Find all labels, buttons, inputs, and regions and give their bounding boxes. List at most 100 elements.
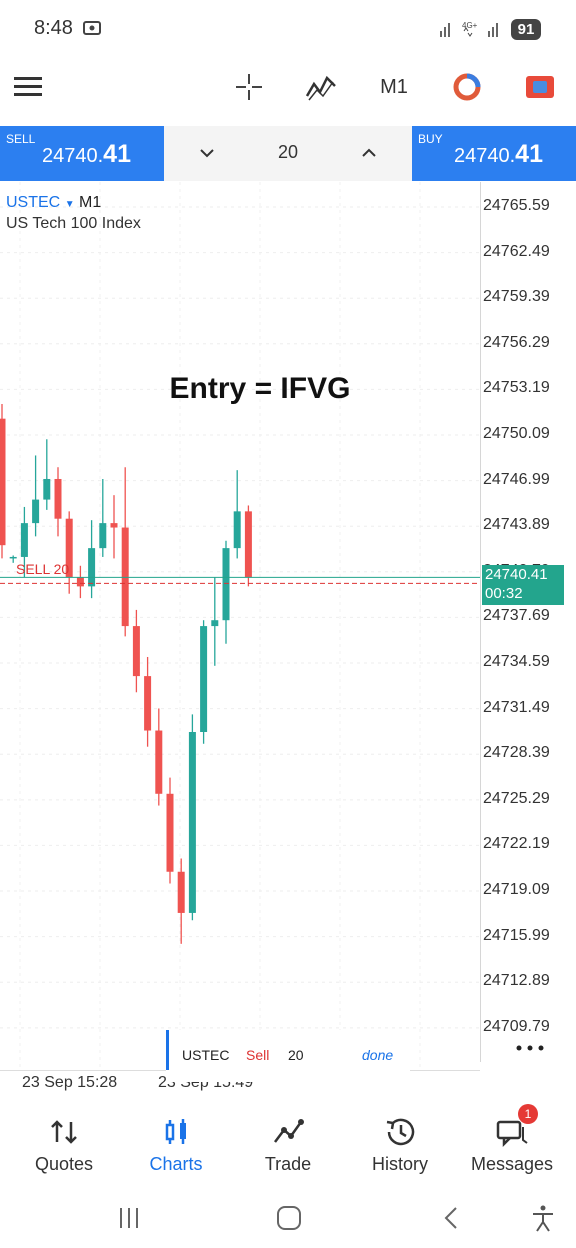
price-tick-label: 24719.09 [483,881,550,898]
sell-button[interactable]: SELL 24740.41 [0,126,164,181]
volume-value[interactable]: 20 [268,142,308,163]
candle-body [43,478,51,500]
price-tick-label: 24743.89 [483,516,550,534]
nav-messages[interactable]: 1 Messages [462,1102,562,1188]
status-time: 8:48 [34,17,73,39]
nav-label: Messages [470,1154,554,1174]
more-icon[interactable] [514,1040,546,1056]
chart-color-icon[interactable] [522,58,558,116]
annotation-text: Entry = IFVG [169,372,351,405]
history-icon [386,1118,415,1146]
status-bar: 8:48 4G+ 91 [0,0,576,58]
candle [32,455,40,537]
candle-body [233,511,241,549]
price-tick-label: 24734.59 [483,653,550,670]
sell-price: 24740.41 [42,140,131,168]
symbol-selector[interactable]: USTEC ▼ M1 [6,194,101,212]
price-tick-label: 24722.19 [483,835,550,853]
candle-body [54,478,62,519]
indicators-icon[interactable] [302,58,340,116]
candle [43,439,51,510]
candle-body [9,556,17,559]
candle [155,708,163,806]
candle [233,470,241,559]
candles [0,403,252,944]
candle-body [244,511,252,578]
sell-label: SELL [6,132,36,146]
candle-body [76,577,84,587]
nav-quotes[interactable]: Quotes [14,1102,114,1188]
caret-down-icon: ▼ [64,199,75,210]
quotes-icon [51,1120,77,1144]
recents-icon[interactable] [114,1204,144,1232]
nav-label: Charts [149,1154,203,1174]
system-navigation [0,1190,576,1248]
nav-charts[interactable]: Charts [126,1102,226,1188]
candle [54,467,62,537]
chevron-down-icon[interactable] [194,140,220,166]
candle [166,777,174,884]
order-done-button[interactable]: done [362,1047,393,1063]
home-icon[interactable] [274,1204,304,1232]
sell-line-label: SELL 20 [16,561,70,577]
time-label: 23 Sep 15:28 [22,1074,118,1091]
objects-icon[interactable] [448,58,486,116]
price-tick-label: 24753.19 [483,379,550,397]
crosshair-icon[interactable] [230,58,268,116]
timeframe-button[interactable]: M1 [372,58,416,116]
candle [211,577,219,666]
price-tick-label: 24737.69 [483,607,550,625]
messages-badge: 1 [518,1104,538,1124]
price-tick-label: 24709.79 [483,1017,550,1035]
current-price-tag: 24740.41 00:32 [482,565,564,605]
price-tick-label: 24756.29 [483,333,550,351]
order-side: Sell [246,1047,270,1063]
candle-body [166,793,174,872]
symbol-name: USTEC [6,194,61,211]
network-type: 4G+ [462,21,478,30]
trade-icon [274,1119,304,1143]
candle [110,495,118,559]
chart-toolbar: M1 [0,58,576,124]
candle-body [155,730,163,794]
candle [244,505,252,587]
nav-label: History [371,1154,428,1174]
price-tick-label: 24715.99 [483,926,550,944]
candle-body [211,620,219,627]
candle-body [222,548,230,621]
nav-history[interactable]: History [350,1102,450,1188]
signal-icon: 4G+ [440,21,498,37]
candle-body [32,499,40,524]
volume-control: 20 [164,126,412,181]
chart-timeframe: M1 [79,194,102,211]
bar-countdown: 00:32 [485,585,523,602]
nav-label: Quotes [34,1154,94,1174]
candle [177,858,185,944]
menu-icon[interactable] [10,58,46,116]
price-tick-label: 24731.49 [483,698,550,716]
buy-button[interactable]: BUY 24740.41 [412,126,576,181]
back-icon[interactable] [436,1204,466,1232]
price-tick-label: 24765.59 [483,197,550,214]
candle [88,520,96,599]
candle [144,656,152,747]
accessibility-icon[interactable] [528,1204,558,1232]
candle-body [99,523,107,549]
candle-body [200,626,208,732]
candle [0,403,6,559]
price-tick-label: 24762.49 [483,242,550,260]
nav-trade[interactable]: Trade [238,1102,338,1188]
candle [200,620,208,744]
order-confirmation: USTEC Sell 20 done [166,1030,410,1082]
candle [121,467,129,637]
candle-body [88,548,96,587]
candle-body [20,523,28,557]
charts-icon [165,1119,186,1144]
price-tick-label: 24759.39 [483,288,550,306]
price-tick-label: 24750.09 [483,425,550,442]
price-tick-label: 24725.29 [483,789,550,807]
price-tick-label: 24746.99 [483,470,550,488]
chevron-up-icon[interactable] [356,140,382,166]
candle [65,511,73,594]
candle-body [121,527,129,627]
